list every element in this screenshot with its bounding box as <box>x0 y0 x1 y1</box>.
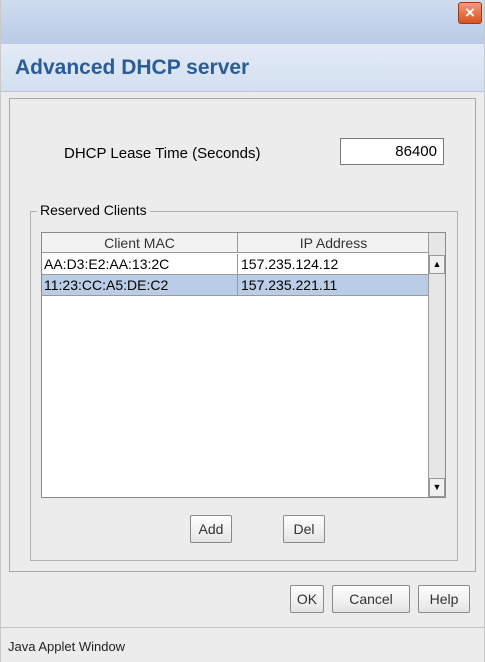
title-bar: × <box>1 0 484 44</box>
status-text: Java Applet Window <box>8 639 126 654</box>
cancel-button[interactable]: Cancel <box>332 585 410 613</box>
ip-address-cell: 157.235.221.11 <box>241 277 338 293</box>
dialog-header: Advanced DHCP server <box>1 44 484 92</box>
column-header-client-mac[interactable]: Client MAC <box>42 233 238 253</box>
close-icon[interactable]: × <box>458 2 482 24</box>
dialog-button-bar: OK Cancel Help <box>1 576 484 616</box>
client-mac-cell: 11:23:CC:A5:DE:C2 <box>42 275 238 295</box>
arrow-up-icon[interactable]: ▲ <box>429 255 445 274</box>
help-button[interactable]: Help <box>418 585 470 613</box>
arrow-down-icon[interactable]: ▼ <box>429 478 445 497</box>
table-scrollbar[interactable]: ▲ ▼ <box>428 233 445 497</box>
table-header: Client MAC IP Address <box>42 233 430 253</box>
dialog-window: × Advanced DHCP server DHCP Lease Time (… <box>0 0 485 662</box>
lease-time-input[interactable] <box>340 138 444 165</box>
table-row[interactable]: AA:D3:E2:AA:13:2C 157.235.124.12 <box>42 254 430 275</box>
ip-address-cell: 157.235.124.12 <box>241 256 339 272</box>
client-mac-cell: AA:D3:E2:AA:13:2C <box>42 254 238 274</box>
content-panel: DHCP Lease Time (Seconds) Reserved Clien… <box>9 98 476 572</box>
column-header-ip-address[interactable]: IP Address <box>238 233 430 253</box>
table-row-selected[interactable]: 11:23:CC:A5:DE:C2 157.235.221.11 <box>42 275 430 296</box>
reserved-clients-group: Reserved Clients Client MAC IP Address A… <box>30 202 458 561</box>
delete-client-button[interactable]: Del <box>283 515 325 543</box>
lease-time-label: DHCP Lease Time (Seconds) <box>64 145 261 162</box>
reserved-clients-legend: Reserved Clients <box>37 202 150 218</box>
add-client-button[interactable]: Add <box>190 515 232 543</box>
reserved-clients-table: Client MAC IP Address AA:D3:E2:AA:13:2C … <box>41 232 446 498</box>
status-bar: Java Applet Window <box>1 627 484 662</box>
ok-button[interactable]: OK <box>290 585 324 613</box>
page-title: Advanced DHCP server <box>15 56 250 79</box>
